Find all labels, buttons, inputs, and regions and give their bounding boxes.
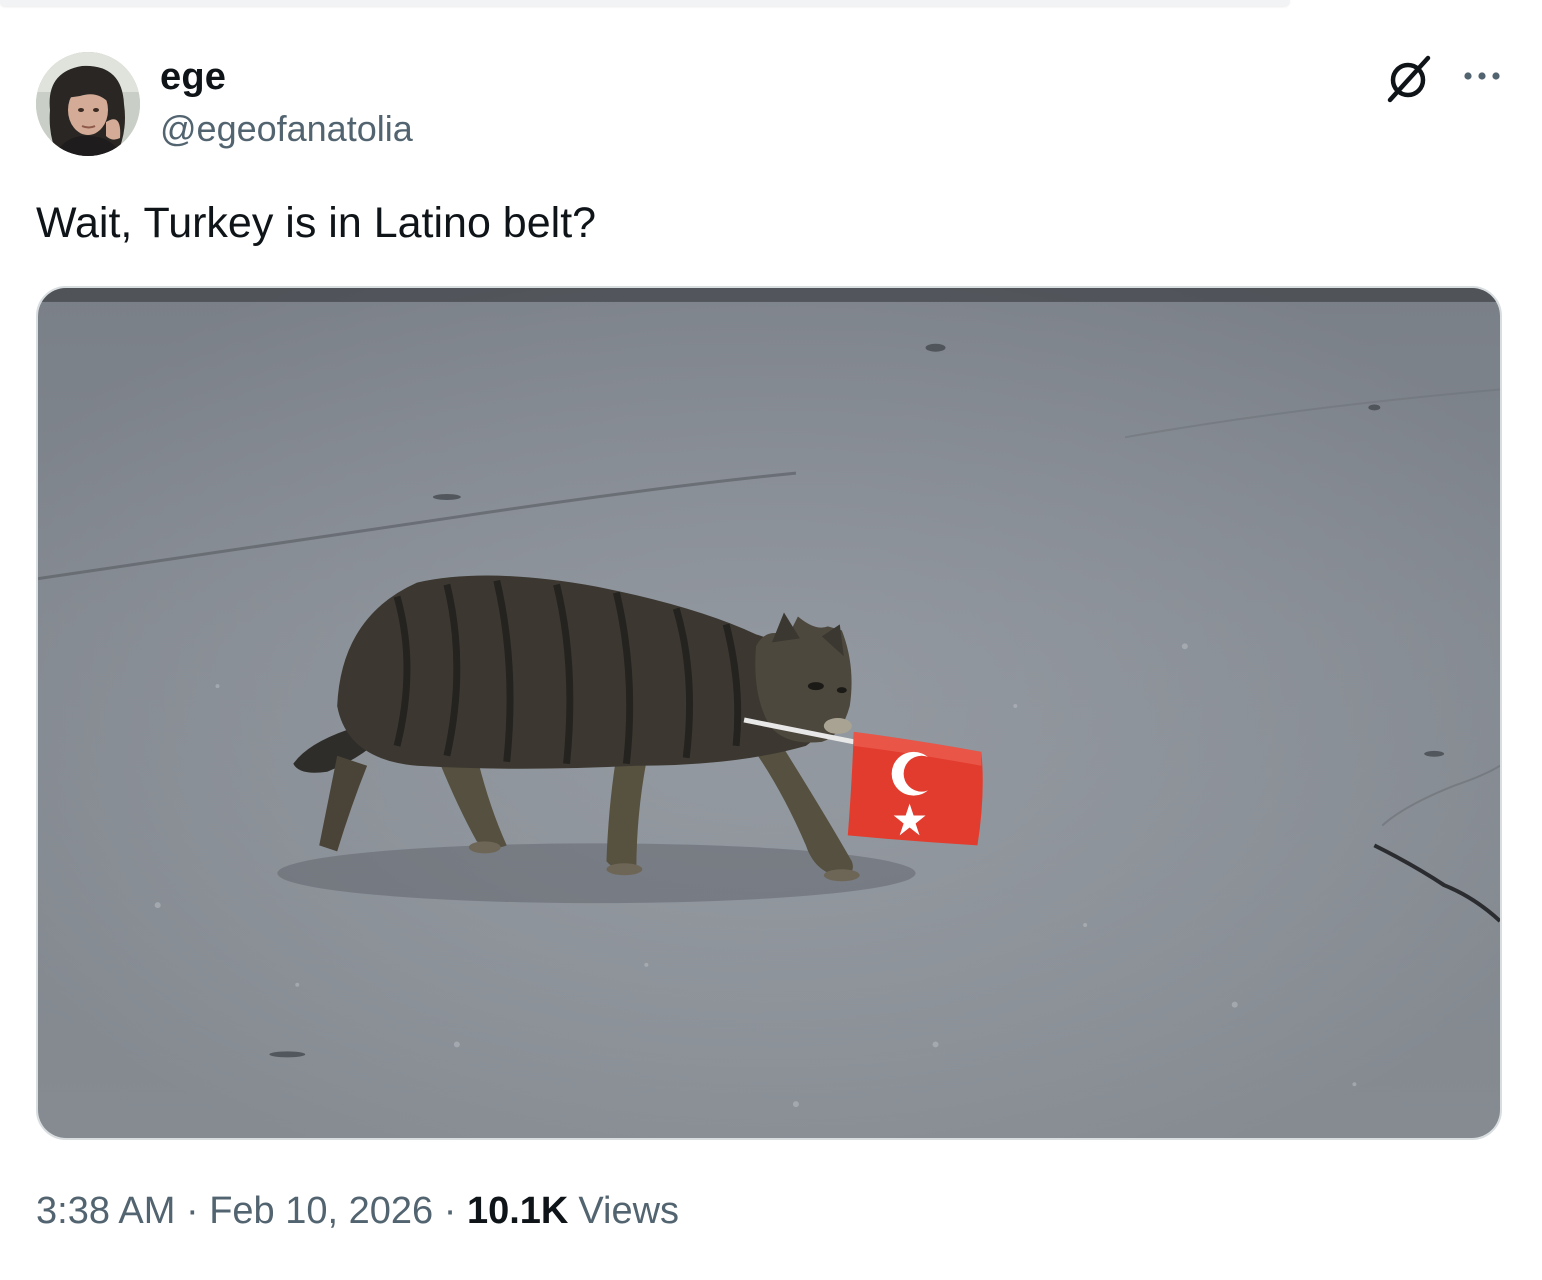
author-handle[interactable]: @egeofanatolia xyxy=(160,108,413,150)
tweet-photo[interactable] xyxy=(36,286,1502,1140)
author-avatar[interactable] xyxy=(36,52,140,156)
tweet-meta: 3:38 AM · Feb 10, 2026 · 10.1K Views xyxy=(36,1190,679,1233)
more-dots-icon[interactable] xyxy=(1458,58,1506,94)
views-label: Views xyxy=(578,1190,680,1232)
grok-icon[interactable] xyxy=(1382,52,1436,106)
views-count[interactable]: 10.1K xyxy=(467,1190,568,1232)
cat-with-flag-photo xyxy=(38,288,1500,1138)
tweet-time[interactable]: 3:38 AM xyxy=(36,1190,175,1232)
tweet-date[interactable]: Feb 10, 2026 xyxy=(209,1190,433,1232)
author-display-name[interactable]: ege xyxy=(160,56,226,99)
tweet-text: Wait, Turkey is in Latino belt? xyxy=(36,199,597,247)
previous-card-edge xyxy=(0,0,1290,6)
avatar-photo xyxy=(36,52,140,156)
meta-separator: · xyxy=(185,1190,199,1232)
meta-separator: · xyxy=(443,1190,457,1232)
